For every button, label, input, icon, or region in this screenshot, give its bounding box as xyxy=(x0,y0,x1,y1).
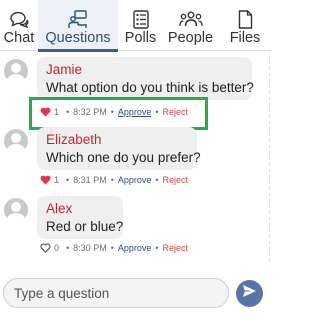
question-meta: 1 • 8:31 PM • Approve • Reject xyxy=(39,173,188,187)
separator-dot: • xyxy=(66,243,70,253)
question-author: Alex xyxy=(46,201,73,216)
heart-filled-icon[interactable] xyxy=(39,107,51,118)
tab-people[interactable]: People xyxy=(163,0,218,51)
avatar xyxy=(4,129,28,153)
approve-link[interactable]: Approve xyxy=(118,175,152,185)
tab-label: Questions xyxy=(45,30,111,46)
separator-dot: • xyxy=(155,243,159,253)
question-time: 8:31 PM xyxy=(73,175,107,185)
question-bubble: Elizabeth Which one do you prefer? xyxy=(37,127,201,170)
separator-dot: • xyxy=(66,175,70,185)
people-group-icon xyxy=(178,9,203,29)
tab-files[interactable]: Files xyxy=(218,0,272,51)
avatar xyxy=(4,198,28,222)
tab-label: People xyxy=(167,30,214,46)
separator-dot: • xyxy=(110,175,114,185)
tab-chat[interactable]: Chat xyxy=(0,0,38,51)
question-time: 8:30 PM xyxy=(73,243,107,253)
question-slides-icon xyxy=(67,9,89,29)
reject-link[interactable]: Reject xyxy=(163,107,189,117)
question-author: Elizabeth xyxy=(46,132,102,147)
like-count: 1 xyxy=(54,175,60,185)
question-bubble: Alex Red or blue? xyxy=(37,196,123,239)
poll-list-icon xyxy=(132,9,149,29)
send-icon xyxy=(242,284,257,303)
scrollbar[interactable] xyxy=(268,55,271,265)
separator-dot: • xyxy=(155,107,159,117)
separator-dot: • xyxy=(110,107,114,117)
separator-dot: • xyxy=(155,175,159,185)
questions-panel: Chat Questions Polls People Files Jamie … xyxy=(0,0,272,322)
question-author: Jamie xyxy=(46,62,83,77)
question-time: 8:32 PM xyxy=(73,107,107,117)
question-meta: 1 • 8:32 PM • Approve • Reject xyxy=(39,105,188,119)
chat-bubbles-icon xyxy=(9,9,29,29)
tab-polls[interactable]: Polls xyxy=(118,0,163,51)
like-count: 1 xyxy=(54,107,60,117)
avatar xyxy=(4,59,28,83)
approve-link[interactable]: Approve xyxy=(118,107,152,117)
tab-label: Files xyxy=(229,30,261,46)
reject-link[interactable]: Reject xyxy=(163,175,189,185)
like-count: 0 xyxy=(54,243,60,253)
question-text: Red or blue? xyxy=(46,219,124,234)
separator-dot: • xyxy=(66,107,70,117)
question-text: What option do you think is better? xyxy=(46,80,254,95)
tab-label: Polls xyxy=(124,30,157,46)
question-input-wrapper xyxy=(3,278,229,308)
question-meta: 0 • 8:30 PM • Approve • Reject xyxy=(39,241,188,255)
send-button[interactable] xyxy=(236,280,263,307)
separator-dot: • xyxy=(110,243,114,253)
question-text: Which one do you prefer? xyxy=(46,150,201,165)
tab-bar: Chat Questions Polls People Files xyxy=(0,0,272,52)
reject-link[interactable]: Reject xyxy=(163,243,189,253)
question-input[interactable] xyxy=(14,285,214,301)
approve-link[interactable]: Approve xyxy=(118,243,152,253)
question-bubble: Jamie What option do you think is better… xyxy=(37,57,254,100)
file-icon xyxy=(238,9,253,29)
heart-outline-icon[interactable] xyxy=(39,243,51,254)
heart-filled-icon[interactable] xyxy=(39,175,51,186)
tab-questions[interactable]: Questions xyxy=(38,0,118,52)
tab-label: Chat xyxy=(3,30,35,46)
